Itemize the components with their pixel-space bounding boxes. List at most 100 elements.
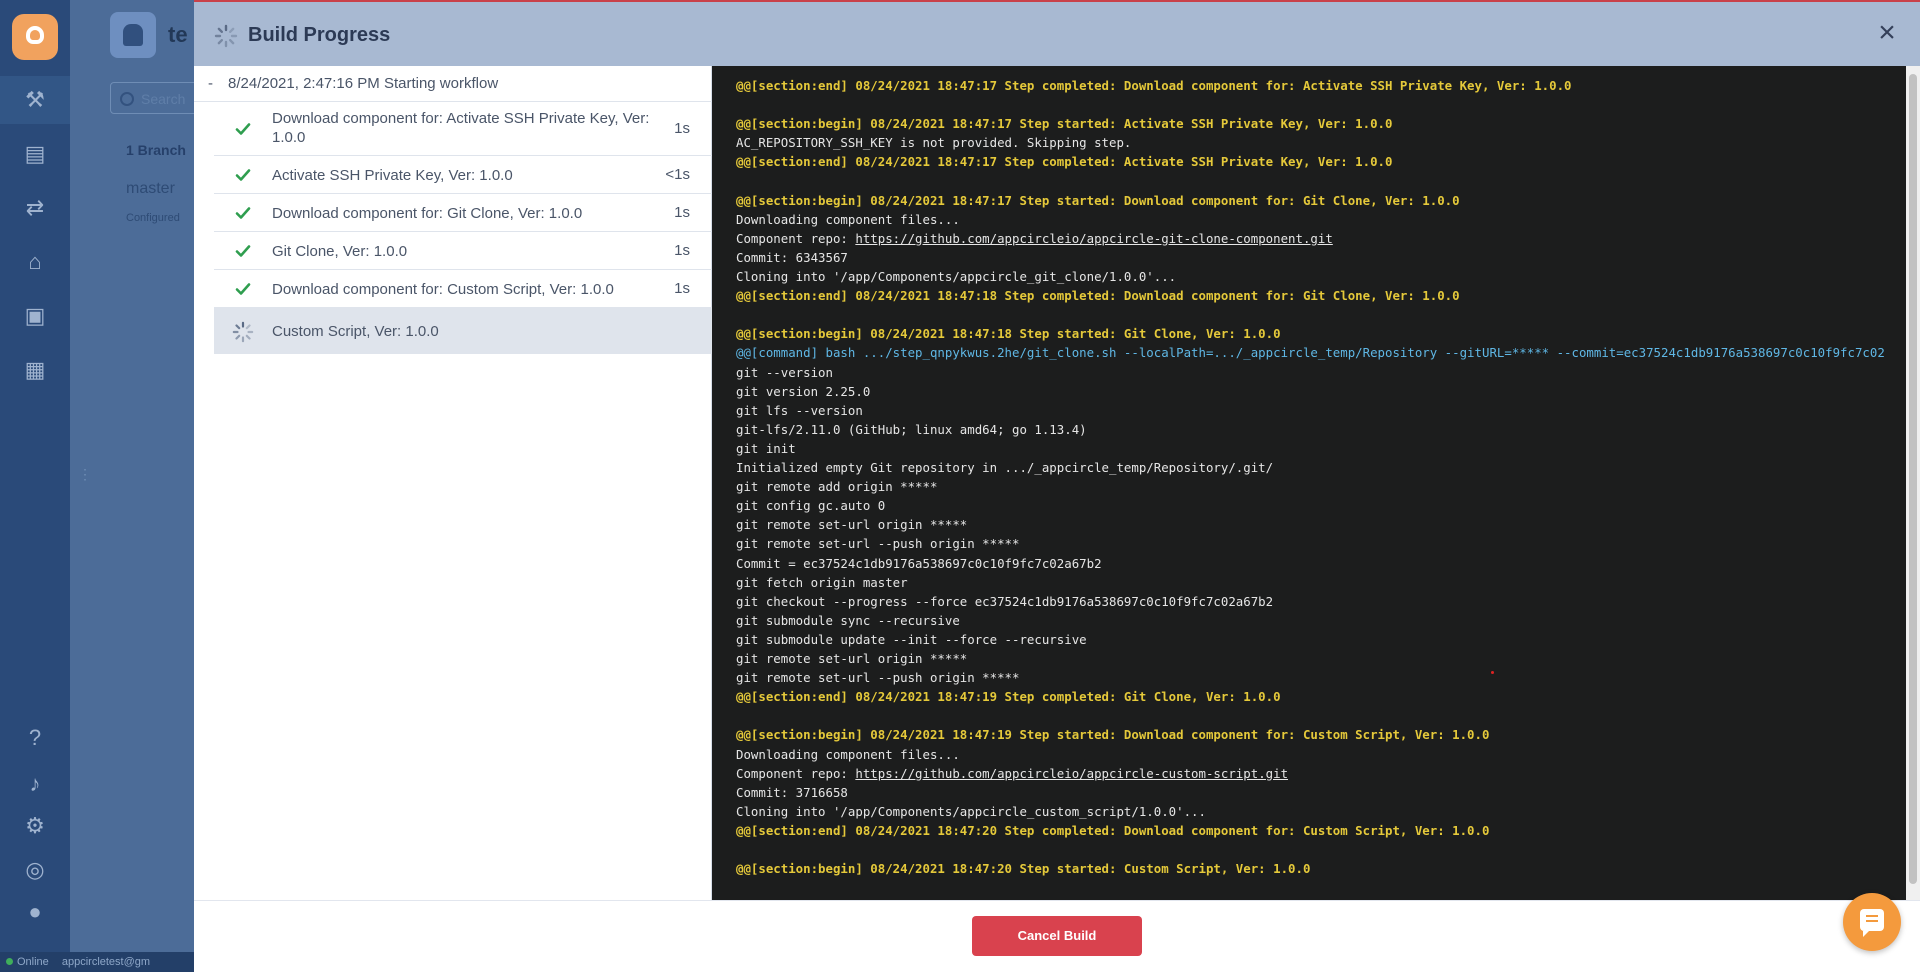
testing-icon[interactable]: ▤ <box>23 142 47 166</box>
log-line-text: @@[section:end] 08/24/2021 18:47:18 Step… <box>736 288 1460 304</box>
log-line: Commit = ec37524c1db9176a538697c0c10f9fc… <box>736 554 1102 573</box>
build-hammer-icon[interactable]: ⚒ <box>23 88 47 112</box>
log-line-text: Cloning into '/app/Components/appcircle_… <box>736 269 1177 284</box>
log-line: @@[section:begin] 08/24/2021 18:47:18 St… <box>736 324 1281 343</box>
store-icon[interactable]: ⌂ <box>23 250 47 274</box>
profile-title: te <box>168 22 188 47</box>
branch-item-master[interactable]: master <box>126 180 175 198</box>
step-row[interactable]: Git Clone, Ver: 1.0.0 1s <box>214 232 712 270</box>
user-avatar-icon[interactable]: ● <box>23 900 47 924</box>
log-line: @@[command] bash .../step_qnpykwus.2he/g… <box>736 343 1885 362</box>
log-line-text: Commit = ec37524c1db9176a538697c0c10f9fc… <box>736 555 1102 571</box>
log-scrollbar[interactable] <box>1906 66 1920 900</box>
resize-grip-icon[interactable]: ⋮ <box>78 466 92 483</box>
checkmark-icon <box>235 283 251 295</box>
log-line-text: @@[section:end] 08/24/2021 18:47:17 Step… <box>736 78 1572 93</box>
log-line-text: git submodule sync --recursive <box>736 612 960 628</box>
log-line: git submodule sync --recursive <box>736 611 960 630</box>
step-row-active[interactable]: Custom Script, Ver: 1.0.0 <box>214 308 712 354</box>
step-duration: 1s <box>674 204 690 221</box>
log-line-text: git --version <box>736 364 833 380</box>
step-label: Download component for: Git Clone, Ver: … <box>272 205 583 222</box>
settings-gear-icon[interactable]: ⚙ <box>23 814 47 838</box>
log-line: @@[section:begin] 08/24/2021 18:47:17 St… <box>736 114 1392 133</box>
log-line: git config gc.auto 0 <box>736 496 885 515</box>
distribution-icon[interactable]: ⇄ <box>23 196 47 220</box>
log-line-text: @@[section:end] 08/24/2021 18:47:19 Step… <box>736 689 1281 705</box>
step-row[interactable]: Download component for: Custom Script, V… <box>214 270 712 308</box>
component-repo-link[interactable]: https://github.com/appcircleio/appcircle… <box>855 231 1332 246</box>
log-line: Component repo: https://github.com/appci… <box>736 229 1333 248</box>
log-line: @@[section:end] 08/24/2021 18:47:19 Step… <box>736 687 1281 706</box>
log-line: @@[section:end] 08/24/2021 18:47:17 Step… <box>736 152 1392 171</box>
log-scrollbar-thumb[interactable] <box>1909 74 1917 884</box>
log-red-dot <box>1491 671 1494 674</box>
log-line-text: git config gc.auto 0 <box>736 498 886 514</box>
log-line: @@[section:begin] 08/24/2021 18:47:17 St… <box>736 191 1460 210</box>
build-profile-panel: te Search 1 Branch master Configured ⋮ <box>70 0 260 972</box>
chat-support-button[interactable] <box>1843 893 1901 951</box>
user-email: appcircletest@gm <box>61 956 151 968</box>
chat-bubble-icon <box>1860 909 1884 937</box>
log-line: Commit: 3716658 <box>736 783 848 802</box>
log-line: Cloning into '/app/Components/appcircle_… <box>736 802 1206 821</box>
step-row[interactable]: Download component for: Activate SSH Pri… <box>214 102 712 156</box>
log-line-text: AC_REPOSITORY_SSH_KEY is not provided. S… <box>736 135 1132 151</box>
log-line: git version 2.25.0 <box>736 382 870 401</box>
step-label: Download component for: Custom Script, V… <box>272 281 614 298</box>
step-label: Git Clone, Ver: 1.0.0 <box>272 243 408 260</box>
step-label: Download component for: Activate SSH Pri… <box>272 110 650 146</box>
log-line: Cloning into '/app/Components/appcircle_… <box>736 267 1176 286</box>
log-line: git --version <box>736 363 833 382</box>
step-label: Activate SSH Private Key, Ver: 1.0.0 <box>272 167 513 184</box>
close-icon[interactable]: × <box>1874 18 1900 48</box>
log-line: @@[section:end] 08/24/2021 18:47:20 Step… <box>736 821 1489 840</box>
cancel-build-button[interactable]: Cancel Build <box>972 916 1142 956</box>
briefcase-icon[interactable]: ▣ <box>23 304 47 328</box>
log-line-text: git remote add origin ***** <box>736 479 938 495</box>
log-line-text: Commit: 6343567 <box>736 249 848 265</box>
log-line-text: git version 2.25.0 <box>736 383 871 399</box>
log-line: @@[section:end] 08/24/2021 18:47:17 Step… <box>736 76 1572 95</box>
log-line: Downloading component files... <box>736 210 960 229</box>
log-line-text: @@[section:begin] 08/24/2021 18:47:17 St… <box>736 192 1460 208</box>
log-line: git init <box>736 439 796 458</box>
log-line-text: git-lfs/2.11.0 (GitHub; linux amd64; go … <box>736 421 1087 437</box>
help-icon[interactable]: ? <box>23 726 47 750</box>
log-line: git-lfs/2.11.0 (GitHub; linux amd64; go … <box>736 420 1087 439</box>
log-line-text: @@[section:end] 08/24/2021 18:47:20 Step… <box>736 822 1490 838</box>
step-duration: <1s <box>665 166 690 183</box>
notification-bell-icon[interactable]: ♪ <box>23 772 47 796</box>
log-line-text: git remote set-url --push origin ***** <box>736 670 1020 686</box>
log-line: Initialized empty Git repository in .../… <box>736 458 1273 477</box>
account-initials-icon[interactable]: ◎ <box>23 858 47 882</box>
report-icon[interactable]: ▦ <box>23 358 47 382</box>
appcircle-logo[interactable] <box>12 14 58 60</box>
log-line-text: git lfs --version <box>736 402 863 418</box>
component-repo-link[interactable]: https://github.com/appcircleio/appcircle… <box>855 766 1288 781</box>
log-line-text: Initialized empty Git repository in .../… <box>736 460 1274 475</box>
loading-spinner-icon <box>214 24 238 48</box>
log-line-text: Downloading component files... <box>736 746 960 762</box>
build-log-console[interactable]: @@[section:end] 08/24/2021 18:47:17 Step… <box>712 66 1906 900</box>
log-line: git remote set-url --push origin ***** <box>736 668 1019 687</box>
log-line-text: git remote set-url origin ***** <box>736 517 968 533</box>
build-steps-panel: - 8/24/2021, 2:47:16 PM Starting workflo… <box>194 66 712 900</box>
workflow-start-row[interactable]: - 8/24/2021, 2:47:16 PM Starting workflo… <box>194 66 712 102</box>
step-row[interactable]: Download component for: Git Clone, Ver: … <box>214 194 712 232</box>
log-line-text: @@[section:begin] 08/24/2021 18:47:18 St… <box>736 326 1281 342</box>
step-duration: 1s <box>674 242 690 259</box>
log-line-text: git fetch origin master <box>736 574 908 590</box>
android-icon <box>110 12 156 58</box>
log-line: git remote set-url --push origin ***** <box>736 534 1019 553</box>
log-line-text: @@[command] bash .../step_qnpykwus.2he/g… <box>736 345 1885 361</box>
status-bar: Online appcircletest@gm <box>0 952 194 972</box>
workflow-start-text: 8/24/2021, 2:47:16 PM Starting workflow <box>228 75 499 92</box>
step-duration: 1s <box>674 280 690 297</box>
log-line: Commit: 6343567 <box>736 248 848 267</box>
step-row[interactable]: Activate SSH Private Key, Ver: 1.0.0 <1s <box>214 156 712 194</box>
step-duration: 1s <box>674 120 690 137</box>
log-line-text: git init <box>736 440 796 456</box>
log-line-text: Cloning into '/app/Components/appcircle_… <box>736 803 1206 819</box>
log-line-text: @@[section:begin] 08/24/2021 18:47:19 St… <box>736 727 1490 743</box>
